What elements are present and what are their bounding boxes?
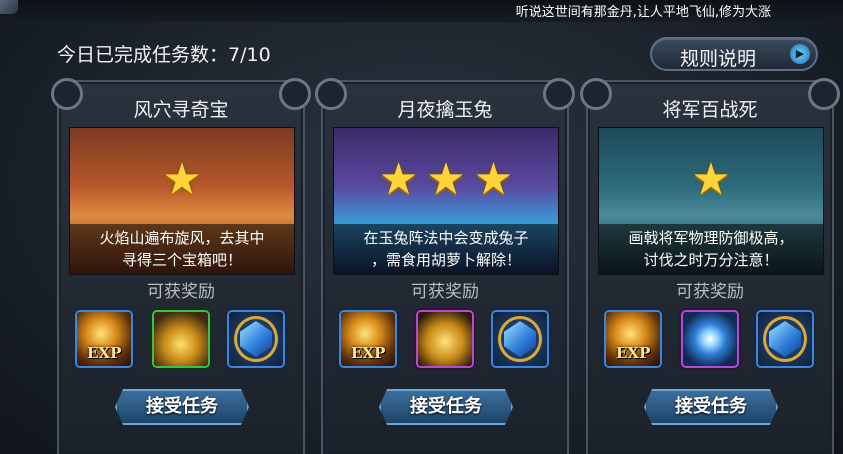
spirit-orb-icon [683, 312, 737, 366]
news-ticker: 听说这世间有那金丹,让人平地飞仙,修为大涨 [515, 5, 771, 20]
reward-exp[interactable]: EXP [339, 310, 397, 368]
quest-card-3: 将军百战死 ★ 画戟将军物理防御极高， 讨伐之时万分注意！ 可获奖励 EXP 接… [580, 78, 840, 454]
accept-quest-button[interactable]: 接受任务 [644, 389, 778, 425]
difficulty-stars: ★ [70, 158, 294, 202]
difficulty-stars: ★ [599, 158, 823, 202]
accept-quest-button[interactable]: 接受任务 [379, 389, 513, 425]
quest-title: 将军百战死 [662, 99, 758, 121]
quest-card-2: 月夜擒玉兔 ★ ★ ★ 在玉兔阵法中会变成兔子 ，需食用胡萝卜解除！ 可获奖励 EX… [315, 78, 575, 454]
reward-label: 可获奖励 [411, 282, 479, 302]
reward-exp[interactable]: EXP [604, 310, 662, 368]
quest-description: 火焰山遍布旋风，去其中 寻得三个宝箱吧！ [70, 224, 294, 274]
description-line-1: 画戟将军物理防御极高， [628, 229, 794, 247]
reward-gem[interactable] [756, 310, 814, 368]
gold-coins-icon [154, 312, 208, 366]
star-icon: ★ [473, 154, 514, 205]
exp-icon: EXP [77, 312, 131, 366]
star-icon: ★ [378, 154, 419, 205]
reward-gem[interactable] [227, 310, 285, 368]
star-icon: ★ [691, 154, 731, 205]
quest-title: 风穴寻奇宝 [133, 99, 229, 121]
accept-quest-button[interactable]: 接受任务 [115, 389, 249, 425]
quest-title: 月夜擒玉兔 [397, 99, 493, 121]
blue-gem-icon [758, 312, 812, 366]
blue-gem-icon [229, 312, 283, 366]
blue-gem-icon [493, 312, 547, 366]
reward-exp[interactable]: EXP [75, 310, 133, 368]
quest-card-1: 风穴寻奇宝 ★ 火焰山遍布旋风，去其中 寻得三个宝箱吧！ 可获奖励 EXP 接受… [51, 78, 311, 454]
description-line-2: ，需食用胡萝卜解除！ [370, 251, 521, 269]
quest-description: 画戟将军物理防御极高， 讨伐之时万分注意！ [599, 224, 823, 274]
reward-gem[interactable] [491, 310, 549, 368]
description-line-2: 讨伐之时万分注意！ [643, 251, 779, 269]
star-icon: ★ [426, 154, 466, 205]
play-arrow-icon: ▶ [790, 44, 810, 64]
reward-gold-bag[interactable] [416, 310, 474, 368]
quest-scene-image: ★ ★ ★ 在玉兔阵法中会变成兔子 ，需食用胡萝卜解除！ [333, 127, 559, 275]
description-line-2: 寻得三个宝箱吧！ [121, 251, 242, 269]
top-bar: 听说这世间有那金丹,让人平地飞仙,修为大涨 [0, 0, 843, 22]
quest-scene-image: ★ 画戟将军物理防御极高， 讨伐之时万分注意！ [598, 127, 824, 275]
quest-scene-image: ★ 火焰山遍布旋风，去其中 寻得三个宝箱吧！ [69, 127, 295, 275]
reward-label: 可获奖励 [676, 282, 744, 302]
rules-button-label: 规则说明 [680, 48, 757, 70]
rules-button[interactable]: 规则说明 ▶ [650, 37, 818, 71]
reward-gold[interactable] [152, 310, 210, 368]
player-avatar[interactable] [0, 0, 18, 14]
difficulty-stars: ★ ★ ★ [334, 158, 558, 202]
reward-orb[interactable] [681, 310, 739, 368]
exp-icon: EXP [341, 312, 395, 366]
quest-description: 在玉兔阵法中会变成兔子 ，需食用胡萝卜解除！ [334, 224, 558, 274]
exp-icon: EXP [606, 312, 660, 366]
description-line-1: 火焰山遍布旋风，去其中 [99, 229, 265, 247]
gold-bag-icon [418, 312, 472, 366]
reward-label: 可获奖励 [147, 282, 215, 302]
star-icon: ★ [162, 154, 202, 205]
description-line-1: 在玉兔阵法中会变成兔子 [363, 229, 529, 247]
daily-progress-label: 今日已完成任务数：7/10 [57, 44, 271, 66]
